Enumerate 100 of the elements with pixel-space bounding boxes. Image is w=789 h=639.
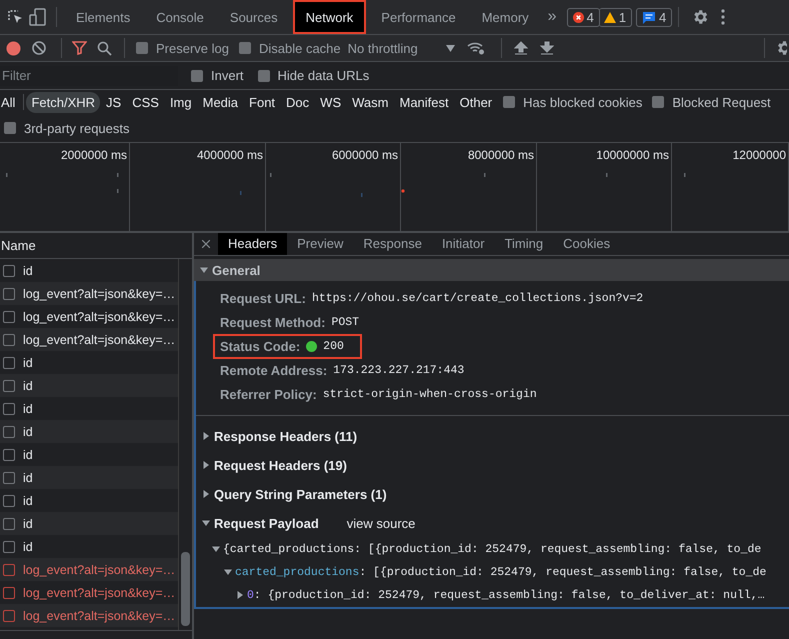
checkbox-label: Disable cache [258, 40, 341, 56]
type-filter[interactable]: Img [164, 92, 197, 112]
request-row[interactable]: id [0, 420, 178, 443]
request-row[interactable]: log_event?alt=json&key=… [0, 328, 178, 351]
field-label: Request URL: [220, 291, 306, 306]
field-value: 173.223.227.217:443 [333, 364, 464, 378]
throttling-dropdown[interactable]: No throttling [346, 40, 457, 56]
request-row[interactable]: id [0, 512, 178, 535]
panel-tab[interactable]: Sources [218, 0, 289, 34]
filter-icon[interactable] [72, 41, 87, 55]
detail-tab[interactable]: Response [353, 233, 432, 255]
payload-line[interactable]: {carted_productions: [{production_id: 252479, request_assembling: false, to_de [223, 542, 762, 556]
expand-caret-icon[interactable] [236, 591, 244, 600]
timeline-tick-label: 12000000 [732, 148, 786, 162]
field-value: 200 [323, 340, 344, 354]
general-section-header[interactable]: General [194, 259, 789, 281]
section-header[interactable]: Request Payload [214, 516, 319, 531]
section-header[interactable]: Query String Parameters (1) [214, 486, 387, 502]
type-filter[interactable]: Doc [281, 92, 314, 112]
type-filter[interactable]: WS [315, 92, 346, 112]
type-filter[interactable]: CSS [127, 92, 164, 112]
device-icon[interactable] [29, 8, 47, 26]
panel-tab[interactable]: Network [292, 0, 366, 34]
field-value: https://ohou.se/cart/create_collections.json?v=2 [312, 292, 644, 306]
record-button[interactable] [6, 40, 21, 56]
error-counter[interactable]: 4 [566, 8, 600, 26]
error-icon [572, 12, 584, 22]
field-label: Status Code: [220, 339, 300, 354]
checkbox[interactable] [4, 122, 16, 134]
type-filter[interactable]: Fetch/XHR [26, 92, 100, 112]
type-filter[interactable]: Manifest [394, 92, 454, 112]
checkbox-label: Has blocked cookies [523, 94, 642, 110]
network-conditions-icon[interactable] [466, 41, 485, 55]
type-filter[interactable]: Other [454, 92, 498, 112]
timeline-tick-label: 8000000 ms [468, 148, 534, 162]
section-header[interactable]: Response Headers (11) [214, 428, 358, 444]
checkbox-label: Preserve log [156, 40, 229, 56]
request-row[interactable]: log_event?alt=json&key=… [0, 558, 178, 581]
request-row[interactable]: id [0, 466, 178, 489]
request-row[interactable]: id [0, 374, 178, 397]
upload-icon[interactable] [514, 41, 528, 55]
detail-tab[interactable]: Initiator [432, 233, 495, 255]
panel-tab[interactable]: Performance [370, 0, 467, 34]
checkbox[interactable] [503, 96, 516, 108]
panel-tab[interactable]: Elements [65, 0, 142, 34]
collapse-caret-icon[interactable] [212, 545, 220, 554]
collapse-caret-icon[interactable] [224, 568, 232, 576]
checkbox[interactable] [136, 42, 148, 54]
section-header[interactable]: Request Headers (19) [214, 458, 347, 473]
checkbox[interactable] [652, 96, 664, 108]
field-label: Request Method: [220, 315, 326, 330]
download-icon[interactable] [540, 41, 554, 55]
warning-icon [604, 12, 616, 22]
message-counter[interactable]: 4 [636, 8, 672, 26]
caret-icon[interactable] [202, 519, 210, 528]
checkbox-label: Invert [211, 68, 244, 83]
type-filter[interactable]: All [0, 92, 20, 112]
type-filter[interactable]: Font [244, 92, 280, 112]
caret-icon [446, 44, 455, 52]
checkbox-label: Blocked Request [672, 94, 771, 110]
checkbox-label: Hide data URLs [278, 68, 370, 83]
checkbox[interactable] [191, 70, 203, 82]
payload-line[interactable]: 0: {production_id: 252479, request_assembling: false, to_deliver_at: null,… [247, 588, 765, 602]
caret-icon[interactable] [202, 432, 210, 440]
warning-counter[interactable]: 1 [598, 8, 632, 26]
more-options-icon[interactable] [721, 9, 726, 25]
clear-icon[interactable] [32, 41, 46, 55]
detail-tab[interactable]: Headers [218, 233, 288, 255]
view-source-link[interactable]: view source [346, 516, 416, 531]
checkbox[interactable] [238, 42, 251, 54]
type-filter[interactable]: JS [101, 92, 126, 112]
panel-tab[interactable]: Console [145, 0, 215, 34]
request-row[interactable]: log_event?alt=json&key=… [0, 604, 178, 627]
panel-tab[interactable]: Memory [470, 0, 540, 34]
field-label: Referrer Policy: [220, 387, 317, 402]
timeline-tick-label: 6000000 ms [332, 148, 398, 162]
caret-icon[interactable] [200, 266, 208, 274]
timeline-tick-label: 10000000 ms [596, 148, 669, 162]
caret-icon[interactable] [202, 461, 210, 470]
type-filter[interactable]: Media [198, 92, 244, 112]
detail-tab[interactable]: Cookies [553, 233, 620, 255]
payload-line[interactable]: carted_productions: [{production_id: 252479, request_assembling: false, to_de [235, 566, 766, 579]
timeline-tick-label: 4000000 ms [196, 148, 263, 162]
checkbox[interactable] [258, 70, 270, 82]
scrollbar-thumb[interactable] [181, 552, 190, 626]
type-filter[interactable]: Wasm [347, 92, 394, 112]
field-label: Remote Address: [220, 363, 328, 378]
inspect-icon[interactable] [7, 9, 23, 25]
message-icon [642, 10, 656, 24]
field-value: strict-origin-when-cross-origin [322, 388, 537, 402]
caret-icon[interactable] [202, 490, 210, 498]
request-row[interactable]: log_event?alt=json&key=… [0, 282, 178, 305]
column-header[interactable]: Name [1, 238, 36, 253]
timeline-tick-label: 2000000 ms [60, 148, 127, 162]
detail-tab[interactable]: Preview [287, 233, 354, 255]
more-tabs-button[interactable]: » [548, 8, 557, 26]
field-value: POST [331, 316, 360, 330]
search-icon[interactable] [97, 40, 112, 56]
detail-tab[interactable]: Timing [494, 233, 554, 255]
checkbox-label: 3rd-party requests [24, 120, 130, 136]
